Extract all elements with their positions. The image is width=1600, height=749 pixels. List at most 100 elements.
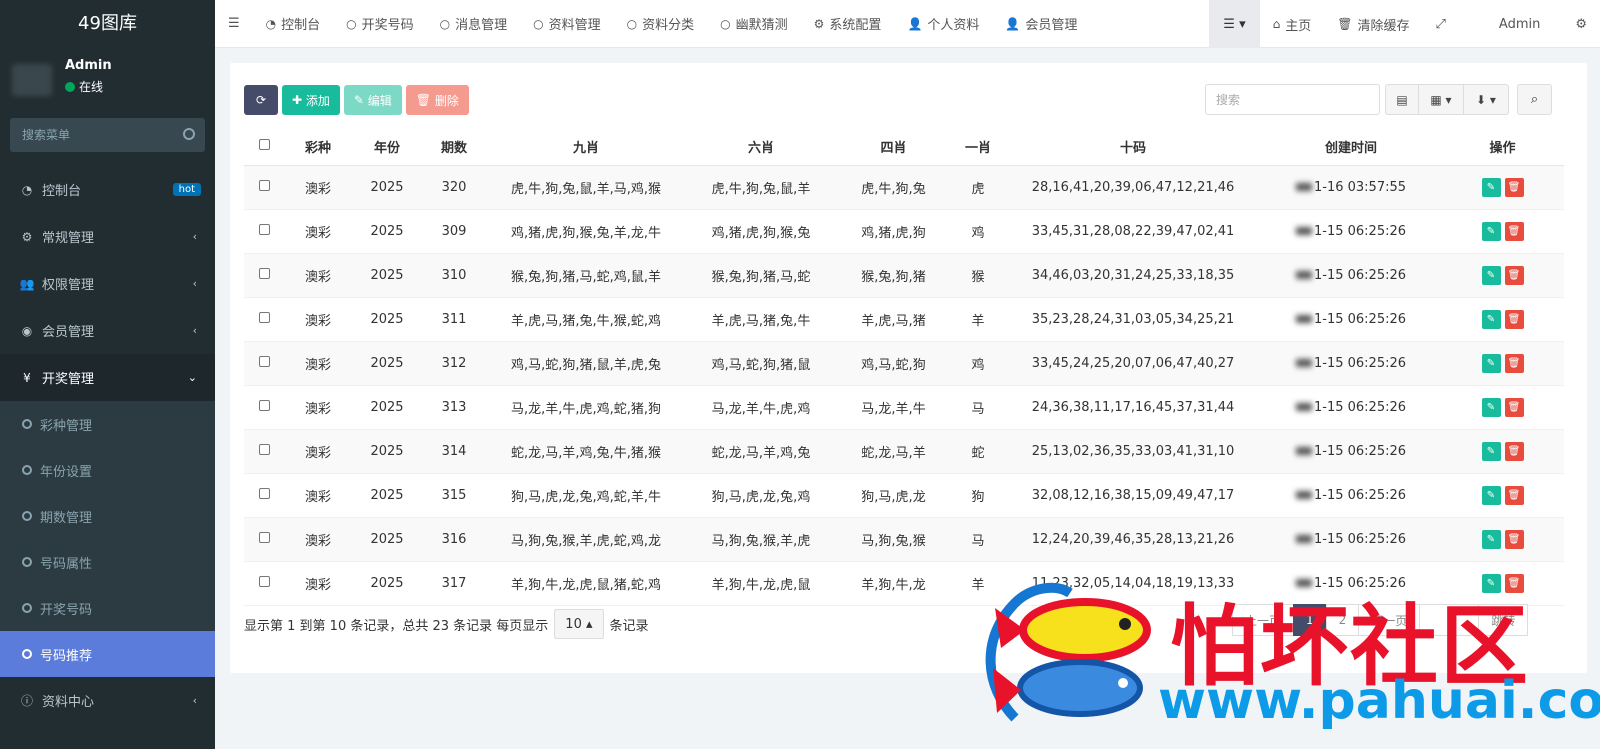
sidebar-item-dashboard[interactable]: ◔ 控制台 hot: [0, 166, 215, 213]
nav-dashboard[interactable]: ◔ 控制台: [253, 0, 334, 48]
row-checkbox[interactable]: [258, 531, 270, 543]
row-checkbox[interactable]: [258, 443, 270, 455]
sidebar-item-general[interactable]: ⚙ 常规管理 ‹: [0, 213, 215, 260]
table-cell: 鸡,猪,虎,狗,猴,兔: [686, 209, 836, 254]
search-icon[interactable]: [183, 128, 195, 140]
nav-admin[interactable]: Admin: [1459, 0, 1562, 48]
nav-resources[interactable]: ○ 资料管理: [520, 0, 614, 48]
col-one[interactable]: 一肖: [951, 128, 1005, 166]
add-button[interactable]: ✚ 添加: [282, 85, 340, 115]
row-delete-button[interactable]: 🗑: [1504, 397, 1524, 417]
delete-button[interactable]: 🗑 删除: [405, 85, 469, 115]
row-checkbox[interactable]: [258, 223, 270, 235]
settings-button[interactable]: ⚙: [1562, 0, 1600, 48]
table-row[interactable]: 澳彩 2025 312 鸡,马,蛇,狗,猪,鼠,羊,虎,兔 鸡,马,蛇,狗,猪,鼠 鸡,马…: [244, 341, 1564, 386]
table-cell: 澳彩: [284, 297, 352, 342]
row-checkbox[interactable]: [258, 311, 270, 323]
nav-config[interactable]: ⚙ 系统配置: [801, 0, 895, 48]
sidebar-subitem-years[interactable]: 年份设置: [0, 447, 215, 493]
row-edit-button[interactable]: ✎: [1481, 397, 1501, 417]
row-checkbox[interactable]: [258, 399, 270, 411]
advanced-search-button[interactable]: ⌕: [1517, 84, 1552, 115]
nav-home[interactable]: ⌂ 主页: [1260, 0, 1325, 48]
table-row[interactable]: 澳彩 2025 316 马,狗,兔,猴,羊,虎,蛇,鸡,龙 马,狗,兔,猴,羊,虎 马,狗…: [244, 517, 1564, 562]
nav-draws[interactable]: ○ 开奖号码: [333, 0, 427, 48]
table-row[interactable]: 澳彩 2025 311 羊,虎,马,猪,兔,牛,猴,蛇,鸡 羊,虎,马,猪,兔,牛 羊,虎…: [244, 297, 1564, 342]
row-checkbox[interactable]: [258, 575, 270, 587]
nav-categories[interactable]: ○ 资料分类: [614, 0, 708, 48]
sidebar-subitem-attributes[interactable]: 号码属性: [0, 539, 215, 585]
table-row[interactable]: 澳彩 2025 313 马,龙,羊,牛,虎,鸡,蛇,猪,狗 马,龙,羊,牛,虎,鸡 马,龙…: [244, 385, 1564, 430]
row-delete-button[interactable]: 🗑: [1504, 265, 1524, 285]
fullscreen-button[interactable]: ⤢: [1423, 0, 1459, 48]
row-actions: ✎ 🗑: [1441, 177, 1564, 197]
col-six[interactable]: 六肖: [686, 128, 836, 166]
row-delete-button[interactable]: 🗑: [1504, 441, 1524, 461]
row-checkbox[interactable]: [258, 179, 270, 191]
pencil-icon: ✎: [1486, 181, 1496, 193]
row-checkbox[interactable]: [258, 355, 270, 367]
export-button[interactable]: ⬇ ▾: [1463, 84, 1509, 115]
row-checkbox[interactable]: [258, 267, 270, 279]
row-delete-button[interactable]: 🗑: [1504, 485, 1524, 505]
nav-clear-cache[interactable]: 🗑 清除缓存: [1324, 0, 1422, 48]
row-edit-button[interactable]: ✎: [1481, 221, 1501, 241]
sidebar-subitem-recommend[interactable]: 号码推荐: [0, 631, 215, 677]
nav-messages[interactable]: ○ 消息管理: [427, 0, 521, 48]
table-row[interactable]: 澳彩 2025 314 蛇,龙,马,羊,鸡,兔,牛,猪,猴 蛇,龙,马,羊,鸡,兔 蛇,龙…: [244, 429, 1564, 474]
page-size-select[interactable]: 10 ▴: [554, 609, 604, 639]
sidebar-subitem-types[interactable]: 彩种管理: [0, 401, 215, 447]
sidebar-item-resources[interactable]: ⓘ 资料中心 ‹: [0, 677, 215, 724]
sidebar-subitem-periods[interactable]: 期数管理: [0, 493, 215, 539]
select-all-checkbox[interactable]: [258, 138, 270, 150]
pencil-icon: ✎: [1486, 533, 1496, 545]
table-search-input[interactable]: [1205, 84, 1380, 115]
nav-members[interactable]: 👤 会员管理: [992, 0, 1090, 48]
row-checkbox[interactable]: [258, 487, 270, 499]
nav-guess[interactable]: ○ 幽默猜测: [707, 0, 801, 48]
table-row[interactable]: 澳彩 2025 310 猴,兔,狗,猪,马,蛇,鸡,鼠,羊 猴,兔,狗,猪,马,蛇 猴,兔…: [244, 253, 1564, 298]
cogs-icon: ⚙: [21, 229, 33, 244]
row-edit-button[interactable]: ✎: [1481, 485, 1501, 505]
yen-icon: ¥: [23, 370, 31, 385]
table-cell: 316: [422, 517, 486, 562]
table-cell: 313: [422, 385, 486, 430]
row-delete-button[interactable]: 🗑: [1504, 353, 1524, 373]
table-row[interactable]: 澳彩 2025 309 鸡,猪,虎,狗,猴,兔,羊,龙,牛 鸡,猪,虎,狗,猴,兔 鸡,猪…: [244, 209, 1564, 254]
table-row[interactable]: 澳彩 2025 315 狗,马,虎,龙,兔,鸡,蛇,羊,牛 狗,马,虎,龙,兔,鸡 狗,马…: [244, 473, 1564, 518]
row-edit-button[interactable]: ✎: [1481, 441, 1501, 461]
sidebar-subitem-draws[interactable]: 开奖号码: [0, 585, 215, 631]
sidebar-item-lottery[interactable]: ¥ 开奖管理 ⌄: [0, 354, 215, 401]
row-edit-button[interactable]: ✎: [1481, 353, 1501, 373]
columns-button[interactable]: ▦ ▾: [1418, 84, 1464, 115]
row-delete-button[interactable]: 🗑: [1504, 221, 1524, 241]
row-delete-button[interactable]: 🗑: [1504, 177, 1524, 197]
row-edit-button[interactable]: ✎: [1481, 177, 1501, 197]
table-cell: 314: [422, 429, 486, 474]
view-buttons: ▤ ▦ ▾ ⬇ ▾: [1385, 84, 1509, 115]
row-delete-button[interactable]: 🗑: [1504, 529, 1524, 549]
col-nine[interactable]: 九肖: [486, 128, 686, 166]
edit-button[interactable]: ✎ 编辑: [343, 85, 402, 115]
row-edit-button[interactable]: ✎: [1481, 309, 1501, 329]
col-created[interactable]: 创建时间: [1261, 128, 1441, 166]
row-edit-button[interactable]: ✎: [1481, 529, 1501, 549]
col-four[interactable]: 四肖: [836, 128, 951, 166]
row-edit-button[interactable]: ✎: [1481, 265, 1501, 285]
app-logo[interactable]: 49图库: [0, 0, 215, 48]
nav-dropdown[interactable]: ☰ ▾: [1209, 0, 1260, 48]
table-row[interactable]: 澳彩 2025 320 虎,牛,狗,兔,鼠,羊,马,鸡,猴 虎,牛,狗,兔,鼠,羊 虎,牛…: [244, 165, 1564, 210]
col-period[interactable]: 期数: [422, 128, 486, 166]
table-cell: 317: [422, 561, 486, 606]
sidebar-search-input[interactable]: [10, 118, 205, 152]
sidebar-item-auth[interactable]: 👥 权限管理 ‹: [0, 260, 215, 307]
sidebar-item-members[interactable]: ◉ 会员管理 ‹: [0, 307, 215, 354]
col-ten[interactable]: 十码: [1005, 128, 1261, 166]
row-delete-button[interactable]: 🗑: [1504, 309, 1524, 329]
toggle-view-button[interactable]: ▤: [1385, 84, 1419, 115]
sidebar-toggle-button[interactable]: ☰: [215, 0, 253, 48]
col-type[interactable]: 彩种: [284, 128, 352, 166]
col-year[interactable]: 年份: [352, 128, 422, 166]
refresh-button[interactable]: ⟳: [244, 85, 278, 115]
nav-profile[interactable]: 👤 个人资料: [894, 0, 992, 48]
